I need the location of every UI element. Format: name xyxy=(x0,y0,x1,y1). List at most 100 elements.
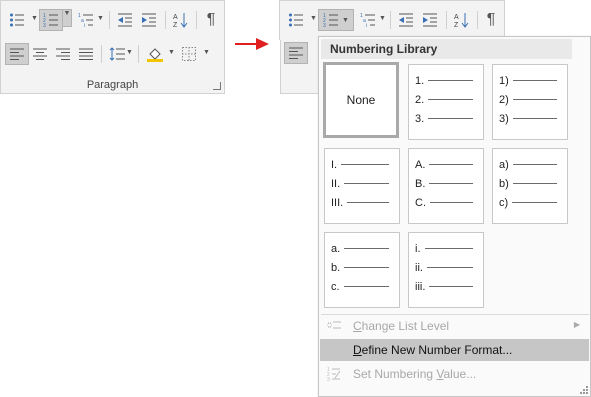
align-right-button[interactable] xyxy=(51,43,75,65)
tile-line-label: b) xyxy=(499,177,509,190)
shading-dropdown[interactable]: ▼ xyxy=(167,49,176,63)
set-value-icon: 123 xyxy=(327,367,341,381)
center-button[interactable] xyxy=(28,43,52,65)
increase-indent-button[interactable] xyxy=(137,9,161,31)
multilevel-list-button[interactable]: 1ai xyxy=(356,9,380,31)
justify-button[interactable] xyxy=(74,43,98,65)
decrease-indent-button[interactable] xyxy=(394,9,418,31)
bullets-button[interactable] xyxy=(5,9,29,31)
separator xyxy=(477,11,478,29)
bullets-dropdown[interactable]: ▼ xyxy=(30,15,39,29)
tile-line-label: 3. xyxy=(415,112,425,125)
paragraph-row-2: ▼ ▼ ▼ xyxy=(1,43,224,69)
bullets-button[interactable] xyxy=(284,9,308,31)
tile-line-label: ii. xyxy=(415,261,423,274)
increase-indent-icon xyxy=(142,13,156,27)
increase-indent-button[interactable] xyxy=(418,9,442,31)
numbering-dropdown: Numbering Library None 1. 2. 3. 1) 2) 3)… xyxy=(318,36,591,397)
numbering-tile-none[interactable]: None xyxy=(323,62,399,138)
tile-line-label: 3) xyxy=(499,112,509,125)
tile-line-label: 1. xyxy=(415,74,425,87)
menu-mnemonic: C xyxy=(353,319,362,333)
tile-line-label: 2) xyxy=(499,93,509,106)
define-new-number-format-item[interactable]: Define New Number Format... xyxy=(320,339,589,361)
bullets-dropdown[interactable]: ▼ xyxy=(309,15,318,29)
show-hide-button[interactable]: ¶ xyxy=(199,9,223,31)
align-left-button[interactable] xyxy=(5,43,29,65)
borders-icon xyxy=(182,47,196,61)
numbering-tile-roman-lower[interactable]: i. ii. iii. xyxy=(408,232,484,308)
set-numbering-value-item[interactable]: 123 Set Numbering Value... xyxy=(320,363,589,385)
tile-line-label: II. xyxy=(331,177,341,190)
menu-label-suffix: alue... xyxy=(443,367,477,381)
menu-label-suffix: hange List Level xyxy=(361,319,450,333)
change-level-icon xyxy=(327,321,341,329)
paragraph-row-1: ▼ 123 ▼ 1ai ▼ AZ ¶ xyxy=(280,9,504,35)
numbering-tile-alpha-lower-period[interactable]: a. b. c. xyxy=(324,232,400,308)
tile-line-label: I. xyxy=(331,158,338,171)
ribbon-row-2-partial xyxy=(280,40,318,94)
shading-button[interactable] xyxy=(143,43,167,65)
multilevel-dropdown[interactable]: ▼ xyxy=(378,15,387,29)
tile-line-label: c) xyxy=(499,196,509,209)
change-list-level-item[interactable]: Change List Level ▶ xyxy=(320,315,589,337)
borders-dropdown[interactable]: ▼ xyxy=(202,49,211,63)
svg-text:A: A xyxy=(173,14,178,21)
svg-text:3: 3 xyxy=(323,23,326,27)
numbering-tile-roman-upper[interactable]: I. II. III. xyxy=(324,148,400,224)
numbering-button-active[interactable]: 123 ▼ xyxy=(318,9,354,31)
bullets-icon xyxy=(10,13,24,27)
numbering-dropdown-toggle[interactable]: ▼ xyxy=(62,9,72,27)
multilevel-list-icon: 1ai xyxy=(78,13,93,27)
tile-line-label: iii. xyxy=(415,280,426,293)
separator xyxy=(138,45,139,63)
line-spacing-icon xyxy=(109,47,125,61)
align-right-icon xyxy=(56,48,70,60)
svg-text:i: i xyxy=(366,23,367,27)
borders-button[interactable] xyxy=(177,43,201,65)
numbering-tile-decimal-period[interactable]: 1. 2. 3. xyxy=(408,64,484,140)
tile-line-label: a. xyxy=(331,242,341,255)
decrease-indent-icon xyxy=(399,13,413,27)
show-hide-button[interactable]: ¶ xyxy=(479,9,503,31)
menu-label-suffix: efine New Number Format... xyxy=(361,343,513,357)
shading-icon xyxy=(147,48,163,62)
align-left-button[interactable] xyxy=(284,42,308,64)
tile-line-label: a) xyxy=(499,158,509,171)
separator xyxy=(446,11,447,29)
menu-label-prefix: Set Numbering xyxy=(353,367,437,381)
menu-mnemonic: D xyxy=(353,343,362,357)
decrease-indent-button[interactable] xyxy=(113,9,137,31)
numbering-icon: 123 xyxy=(323,13,339,27)
paragraph-group-label: Paragraph xyxy=(86,79,139,91)
tile-line-label: A. xyxy=(415,158,426,171)
separator xyxy=(109,11,110,29)
dialog-launcher-icon[interactable] xyxy=(213,82,221,90)
numbering-tile-alpha-upper[interactable]: A. B. C. xyxy=(408,148,484,224)
sort-button[interactable]: AZ xyxy=(169,9,193,31)
paragraph-row-1: ▼ 123 ▼ 1ai ▼ AZ ¶ xyxy=(1,9,224,35)
numbering-tile-decimal-paren[interactable]: 1) 2) 3) xyxy=(492,64,568,140)
sort-icon: AZ xyxy=(173,13,188,28)
multilevel-dropdown[interactable]: ▼ xyxy=(96,15,105,29)
separator xyxy=(101,45,102,63)
resize-grip-icon[interactable] xyxy=(580,386,588,394)
numbering-icon: 123 xyxy=(43,13,58,27)
line-spacing-dropdown[interactable]: ▼ xyxy=(125,49,134,63)
tile-line-label: C. xyxy=(415,196,426,209)
chevron-down-icon: ▼ xyxy=(342,16,349,24)
sort-button[interactable]: AZ xyxy=(450,9,474,31)
numbering-tile-alpha-lower-paren[interactable]: a) b) c) xyxy=(492,148,568,224)
tile-none-label: None xyxy=(346,93,376,107)
svg-text:3: 3 xyxy=(327,377,330,381)
svg-text:A: A xyxy=(454,14,459,21)
paragraph-group: ▼ 123 ▼ 1ai ▼ AZ ¶ ▼ ▼ ▼ Paragraph xyxy=(0,0,225,94)
multilevel-list-button[interactable]: 1ai xyxy=(74,9,98,31)
separator xyxy=(196,11,197,29)
bullets-icon xyxy=(289,13,303,27)
tile-line-label: 2. xyxy=(415,93,425,106)
numbering-button[interactable]: 123 xyxy=(39,9,63,31)
align-left-icon xyxy=(10,48,24,60)
separator xyxy=(390,11,391,29)
submenu-arrow-icon: ▶ xyxy=(573,320,580,329)
